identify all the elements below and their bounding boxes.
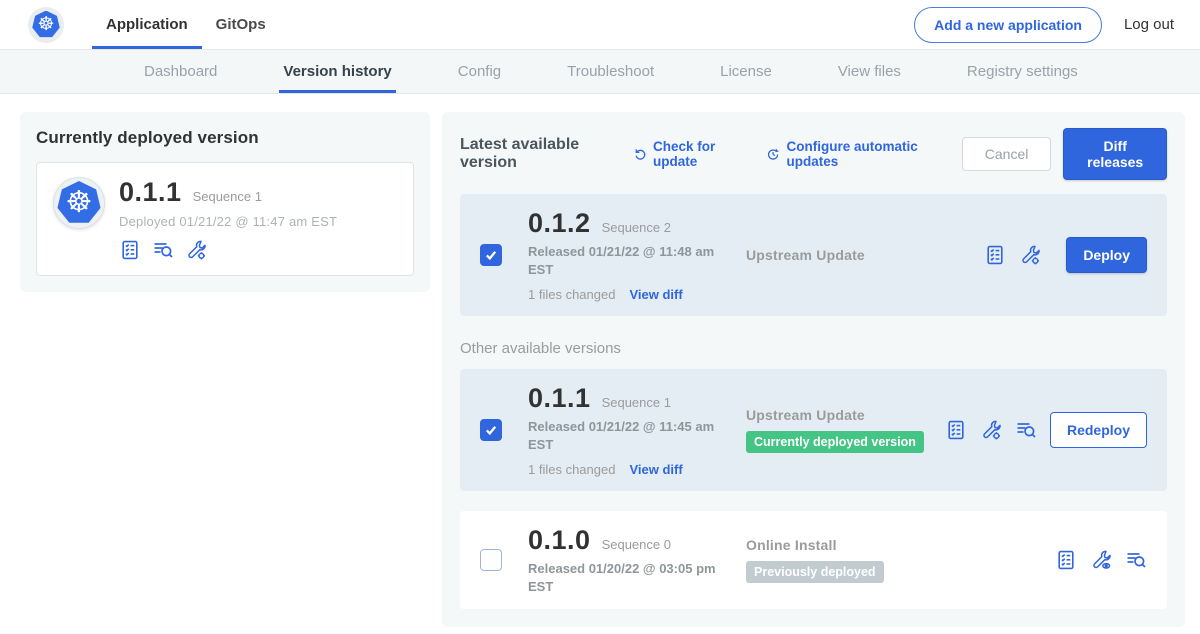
preflight-checklist-icon[interactable] bbox=[984, 244, 1006, 266]
currently-deployed-panel: Currently deployed version ☸ 0.1.1 Seque… bbox=[20, 112, 430, 292]
view-config-icon[interactable] bbox=[1090, 549, 1112, 571]
subtab-registry-settings[interactable]: Registry settings bbox=[963, 50, 1082, 93]
subtab-config[interactable]: Config bbox=[454, 50, 505, 93]
version-row-0-1-0: 0.1.0 Sequence 0 Released 01/20/22 @ 03:… bbox=[460, 511, 1167, 609]
app-subnav: Dashboard Version history Config Trouble… bbox=[0, 50, 1200, 94]
logout-link[interactable]: Log out bbox=[1124, 16, 1174, 33]
refresh-icon bbox=[633, 146, 647, 163]
app-icon: ☸ bbox=[53, 177, 105, 229]
subtab-version-history[interactable]: Version history bbox=[279, 50, 395, 93]
diff-select-checkbox[interactable] bbox=[480, 419, 502, 441]
deployed-version-number: 0.1.1 bbox=[119, 177, 182, 208]
version-source: Online Install Previously deployed bbox=[730, 537, 1055, 583]
version-history-panel: Latest available version Check for updat… bbox=[442, 112, 1185, 627]
deploy-logs-icon[interactable] bbox=[1125, 549, 1147, 571]
check-icon bbox=[484, 248, 498, 262]
add-application-button[interactable]: Add a new application bbox=[914, 7, 1102, 43]
source-label: Online Install bbox=[746, 537, 1055, 553]
version-source: Upstream Update bbox=[730, 247, 984, 263]
sequence-label: Sequence 1 bbox=[602, 395, 671, 410]
kubernetes-wheel-glyph: ☸ bbox=[66, 188, 93, 218]
latest-available-header: Latest available version Check for updat… bbox=[460, 128, 1167, 180]
kubernetes-heptagon-icon: ☸ bbox=[57, 181, 101, 225]
kubernetes-heptagon-icon: ☸ bbox=[32, 11, 60, 39]
version-info: 0.1.0 Sequence 0 Released 01/20/22 @ 03:… bbox=[528, 525, 730, 595]
tab-application[interactable]: Application bbox=[92, 0, 202, 49]
files-changed-label: 1 files changed bbox=[528, 287, 615, 302]
version-number: 0.1.1 bbox=[528, 383, 591, 414]
deployed-actions bbox=[119, 239, 337, 261]
deployed-sequence-label: Sequence 1 bbox=[193, 189, 262, 204]
version-actions bbox=[1055, 549, 1147, 571]
main-content: Currently deployed version ☸ 0.1.1 Seque… bbox=[0, 94, 1200, 634]
version-info: 0.1.1 Sequence 1 Released 01/21/22 @ 11:… bbox=[528, 383, 730, 477]
deployed-timestamp: Deployed 01/21/22 @ 11:47 am EST bbox=[119, 214, 337, 229]
check-icon bbox=[484, 423, 498, 437]
currently-deployed-title: Currently deployed version bbox=[36, 128, 414, 148]
edit-config-icon[interactable] bbox=[185, 239, 207, 261]
version-actions: Redeploy bbox=[945, 412, 1147, 448]
version-actions: Deploy bbox=[984, 237, 1147, 273]
kubernetes-logo: ☸ bbox=[28, 7, 64, 43]
source-label: Upstream Update bbox=[746, 247, 984, 263]
diff-select-checkbox[interactable] bbox=[480, 244, 502, 266]
released-timestamp: Released 01/21/22 @ 11:48 am EST bbox=[528, 243, 716, 278]
other-available-versions-label: Other available versions bbox=[460, 340, 1167, 357]
currently-deployed-badge: Currently deployed version bbox=[746, 431, 924, 453]
edit-config-icon[interactable] bbox=[1019, 244, 1041, 266]
previously-deployed-badge: Previously deployed bbox=[746, 561, 884, 583]
files-changed-label: 1 files changed bbox=[528, 462, 615, 477]
source-label: Upstream Update bbox=[746, 407, 945, 423]
version-number: 0.1.0 bbox=[528, 525, 591, 556]
preflight-checklist-icon[interactable] bbox=[1055, 549, 1077, 571]
check-for-update-label: Check for update bbox=[653, 139, 744, 169]
check-for-update-link[interactable]: Check for update bbox=[633, 139, 744, 169]
update-schedule-icon bbox=[766, 146, 780, 163]
view-diff-link[interactable]: View diff bbox=[629, 462, 682, 477]
configure-automatic-updates-link[interactable]: Configure automatic updates bbox=[766, 139, 941, 169]
subtab-view-files[interactable]: View files bbox=[834, 50, 905, 93]
kubernetes-wheel-glyph: ☸ bbox=[37, 15, 54, 34]
tab-gitops[interactable]: GitOps bbox=[202, 0, 280, 49]
deploy-logs-icon[interactable] bbox=[152, 239, 174, 261]
released-timestamp: Released 01/21/22 @ 11:45 am EST bbox=[528, 418, 716, 453]
version-info: 0.1.2 Sequence 2 Released 01/21/22 @ 11:… bbox=[528, 208, 730, 302]
deployed-version-details: 0.1.1 Sequence 1 Deployed 01/21/22 @ 11:… bbox=[119, 177, 337, 261]
diff-releases-button[interactable]: Diff releases bbox=[1063, 128, 1167, 180]
version-row-0-1-2: 0.1.2 Sequence 2 Released 01/21/22 @ 11:… bbox=[460, 194, 1167, 316]
cancel-button[interactable]: Cancel bbox=[962, 137, 1052, 171]
sequence-label: Sequence 2 bbox=[602, 220, 671, 235]
subtab-license[interactable]: License bbox=[716, 50, 776, 93]
edit-config-icon[interactable] bbox=[980, 419, 1002, 441]
diff-select-checkbox[interactable] bbox=[480, 549, 502, 571]
latest-available-title: Latest available version bbox=[460, 136, 611, 172]
deployed-version-card: ☸ 0.1.1 Sequence 1 Deployed 01/21/22 @ 1… bbox=[36, 162, 414, 276]
app-header: ☸ Application GitOps Add a new applicati… bbox=[0, 0, 1200, 50]
version-number: 0.1.2 bbox=[528, 208, 591, 239]
version-source: Upstream Update Currently deployed versi… bbox=[730, 407, 945, 453]
subtab-dashboard[interactable]: Dashboard bbox=[140, 50, 221, 93]
deploy-button[interactable]: Deploy bbox=[1066, 237, 1147, 273]
view-diff-link[interactable]: View diff bbox=[629, 287, 682, 302]
preflight-checklist-icon[interactable] bbox=[119, 239, 141, 261]
subtab-troubleshoot[interactable]: Troubleshoot bbox=[563, 50, 658, 93]
configure-automatic-updates-label: Configure automatic updates bbox=[787, 139, 942, 169]
primary-nav: Application GitOps bbox=[92, 0, 280, 49]
version-row-0-1-1: 0.1.1 Sequence 1 Released 01/21/22 @ 11:… bbox=[460, 369, 1167, 491]
redeploy-button[interactable]: Redeploy bbox=[1050, 412, 1147, 448]
deploy-logs-icon[interactable] bbox=[1015, 419, 1037, 441]
sequence-label: Sequence 0 bbox=[602, 537, 671, 552]
released-timestamp: Released 01/20/22 @ 03:05 pm EST bbox=[528, 560, 716, 595]
preflight-checklist-icon[interactable] bbox=[945, 419, 967, 441]
